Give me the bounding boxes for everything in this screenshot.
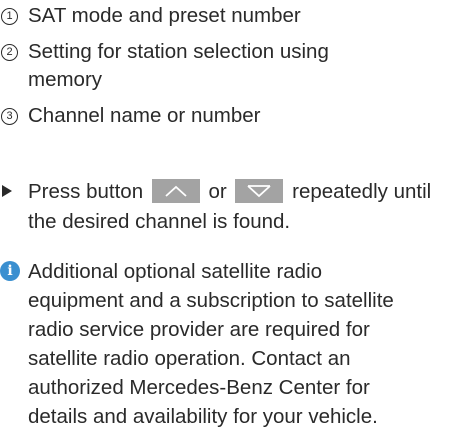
instruction-step: Press button or repeatedly until the des… <box>0 177 466 237</box>
note-text-6: details and availability for your vehicl… <box>28 405 378 428</box>
instruction-text-or: or <box>208 180 227 203</box>
legend-text-2-line-2: memory <box>28 68 103 91</box>
note-text-4: satellite radio operation. Contact an <box>28 347 351 370</box>
step-bullet-icon <box>2 185 12 197</box>
arrow-down-icon <box>247 184 272 197</box>
legend-number-2: 2 <box>1 44 18 61</box>
instruction-text-line-2: the desired channel is found. <box>28 210 291 233</box>
note-line-4: satellite radio operation. Contact an <box>0 344 466 373</box>
note-line-2: equipment and a subscription to satellit… <box>0 286 466 315</box>
legend-item-3: 3 Channel name or number <box>0 102 466 130</box>
note-line-1: i Additional optional satellite radio <box>0 257 466 286</box>
page: 1 SAT mode and preset number 2 Setting f… <box>0 0 466 428</box>
legend-text-1: SAT mode and preset number <box>28 4 301 27</box>
arrow-up-icon <box>165 185 187 197</box>
legend-text-3: Channel name or number <box>28 104 261 127</box>
note-text-2: equipment and a subscription to satellit… <box>28 289 394 312</box>
legend-item-1: 1 SAT mode and preset number <box>0 2 466 30</box>
note-line-6: details and availability for your vehicl… <box>0 402 466 431</box>
instruction-text-after: repeatedly until <box>292 180 432 203</box>
note-line-3: radio service provider are required for <box>0 315 466 344</box>
info-icon: i <box>0 260 20 281</box>
up-button-icon <box>151 178 200 203</box>
info-note: i Additional optional satellite radio equ… <box>0 257 466 431</box>
instruction-line-1: Press button or repeatedly until <box>0 177 466 207</box>
legend-item-2: 2 Setting for station selection using me… <box>0 38 466 94</box>
legend-text-2-line-1: Setting for station selection using <box>28 40 329 63</box>
legend-list: 1 SAT mode and preset number 2 Setting f… <box>0 2 466 138</box>
instruction-line-2: the desired channel is found. <box>0 207 466 237</box>
legend-number-3: 3 <box>1 108 18 125</box>
note-text-5: authorized Mercedes-Benz Center for <box>28 376 370 399</box>
down-button-icon <box>235 178 284 203</box>
instruction-text-before: Press button <box>28 180 144 203</box>
note-line-5: authorized Mercedes-Benz Center for <box>0 373 466 402</box>
note-text-3: radio service provider are required for <box>28 318 370 341</box>
note-text-1: Additional optional satellite radio <box>28 260 323 283</box>
legend-number-1: 1 <box>1 8 18 25</box>
